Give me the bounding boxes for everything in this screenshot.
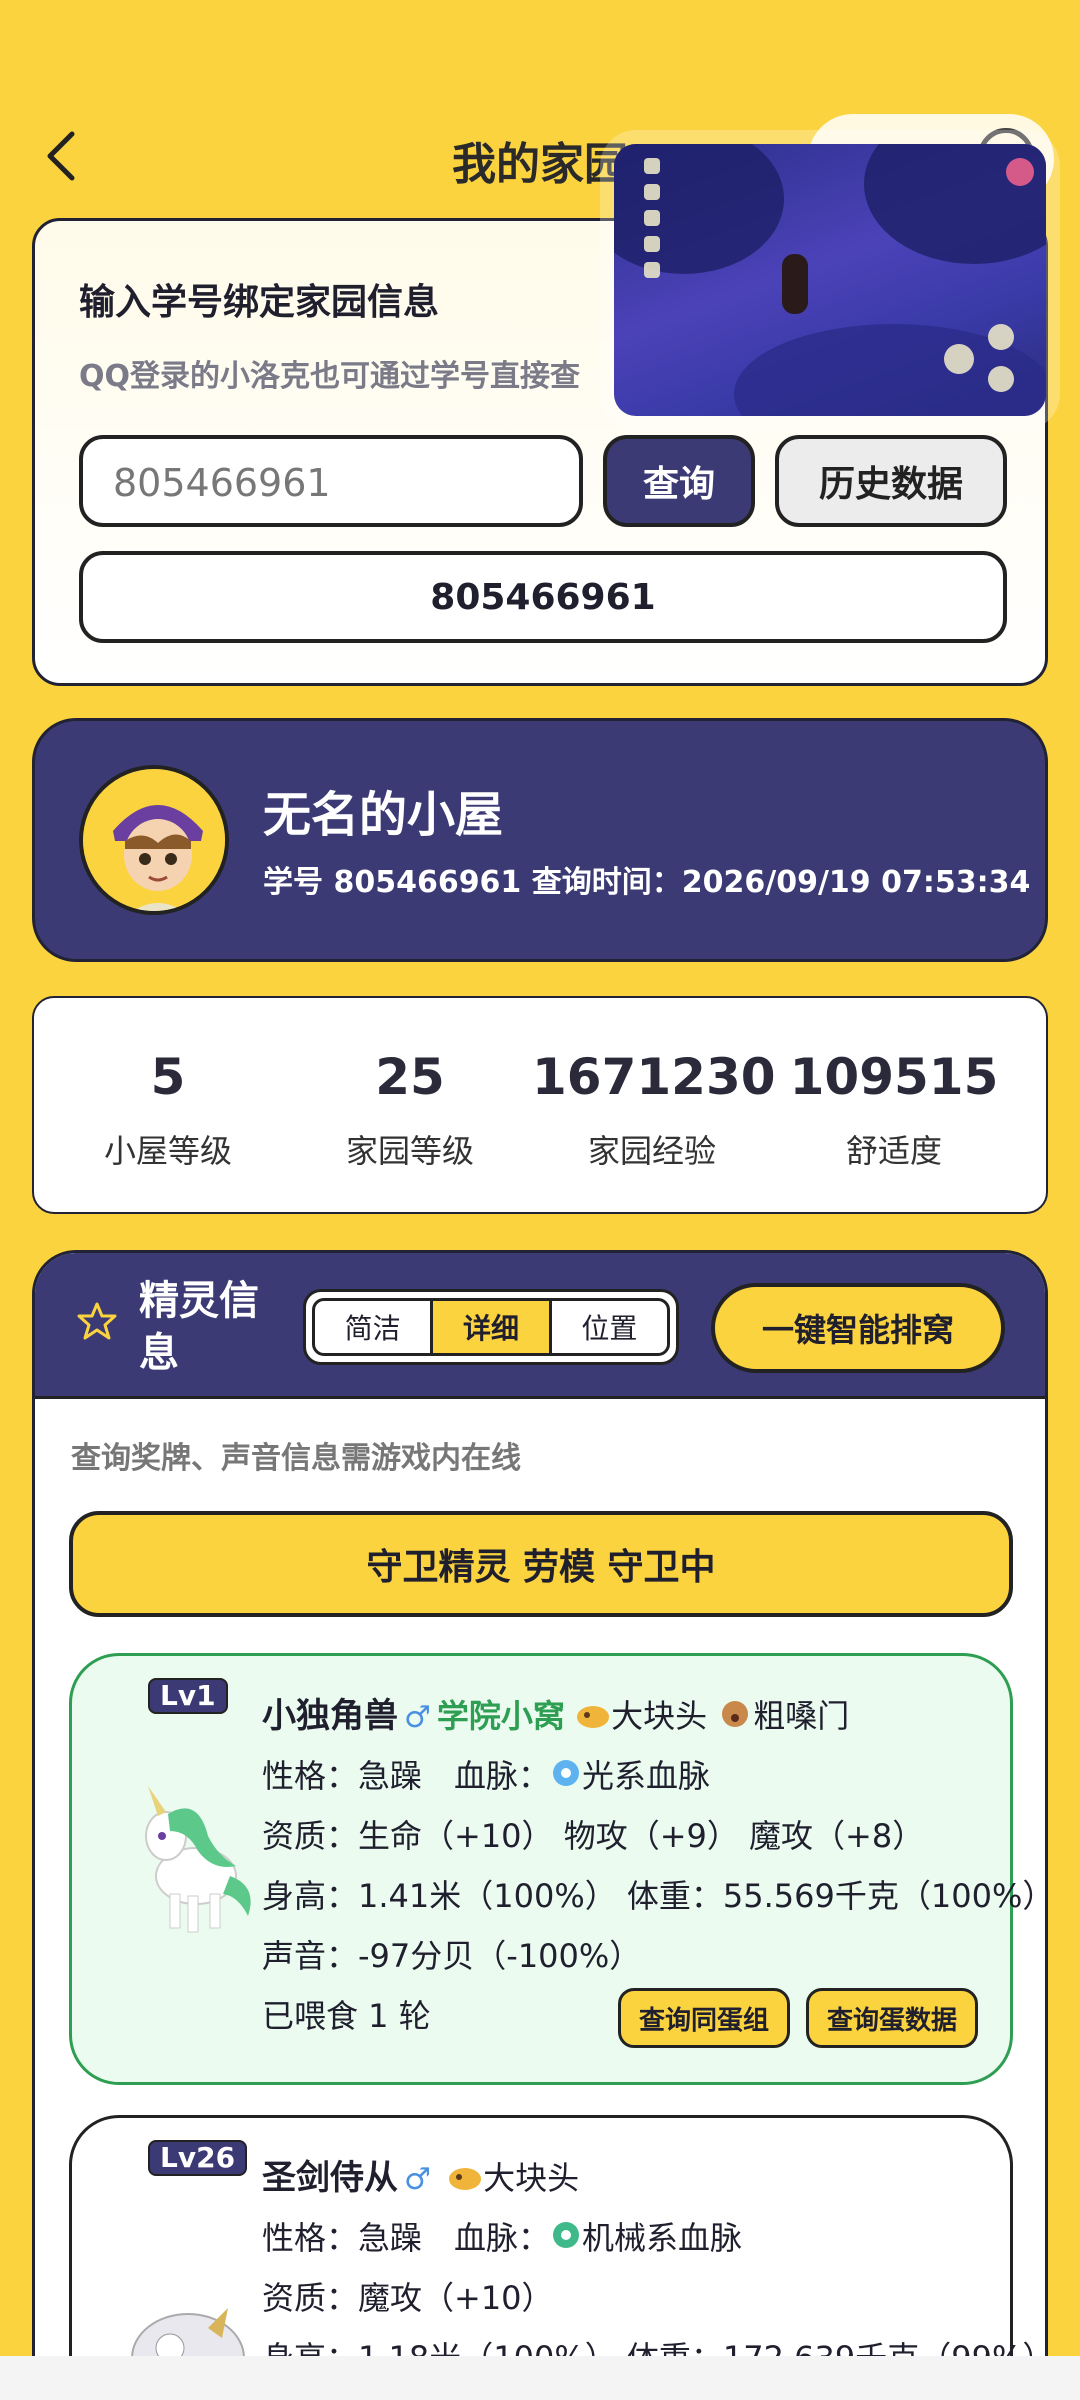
stat-comfort: 109515 舒适度 xyxy=(774,1048,1014,1172)
stat-home-exp: 1671230 家园经验 xyxy=(532,1048,776,1172)
pet-bloodline: 机械系血脉 xyxy=(582,2219,743,2257)
stat-label: 舒适度 xyxy=(845,1132,942,1170)
bind-title: 输入学号绑定家园信息 xyxy=(79,282,440,323)
online-note: 查询奖牌、声音信息需游戏内在线 xyxy=(71,1441,521,1476)
stat-label: 小屋等级 xyxy=(103,1132,232,1170)
star-icon xyxy=(77,1302,117,1340)
home-name: 无名的小屋 xyxy=(263,787,504,843)
bottom-bar xyxy=(0,2356,1080,2400)
stat-value: 5 xyxy=(150,1048,186,1106)
view-mode-tabs: 简洁 详细 位置 xyxy=(303,1289,679,1365)
stat-value: 1671230 xyxy=(532,1048,776,1106)
character-icon xyxy=(782,254,808,314)
pet-card: Lv1 小独角兽 ♂ 学院小窝 大块头 粗嗓门 性格：急躁 血脉： 光系血脉 资质：生… xyxy=(69,1653,1045,2085)
male-icon: ♂ xyxy=(404,2162,431,2197)
big-head-icon xyxy=(575,1688,611,1748)
auto-arrange-button[interactable]: 一键智能排窝 xyxy=(711,1283,1005,1373)
level-badge: Lv26 xyxy=(148,2140,248,2176)
guard-banner[interactable]: 守卫精灵 劳模 守卫中 xyxy=(69,1511,1013,1617)
minimap-icon xyxy=(1006,158,1034,186)
level-badge: Lv1 xyxy=(148,1678,228,1714)
floating-video-window[interactable] xyxy=(614,144,1046,416)
light-element-icon xyxy=(550,1748,582,1808)
tab-location[interactable]: 位置 xyxy=(548,1298,670,1356)
saved-id-button[interactable]: 805466961 xyxy=(79,551,1007,643)
query-egg-group-button[interactable]: 查询同蛋组 xyxy=(617,1988,790,2048)
pet-bloodline: 光系血脉 xyxy=(582,1757,711,1795)
bind-subtitle: QQ登录的小洛克也可通过学号直接查 xyxy=(79,359,581,394)
trait-tag: 大块头 xyxy=(483,2159,580,2197)
nest-tag: 学院小窝 xyxy=(436,1697,565,1735)
big-head-icon xyxy=(447,2150,483,2210)
trait-tag: 大块头 xyxy=(611,1697,708,1735)
tab-simple[interactable]: 简洁 xyxy=(312,1298,434,1356)
stat-value: 109515 xyxy=(789,1048,999,1106)
pet-size: 身高：1.41米（100%） 体重：55.569千克（100%） xyxy=(262,1877,1048,1915)
tab-detail[interactable]: 详细 xyxy=(433,1298,549,1356)
male-icon: ♂ xyxy=(404,1700,431,1735)
loud-voice-icon xyxy=(717,1688,753,1748)
trait-tag: 粗嗓门 xyxy=(753,1697,850,1735)
student-id-input[interactable]: 805466961 xyxy=(79,435,583,527)
mech-element-icon xyxy=(550,2210,582,2270)
pet-nature: 性格：急躁 血脉： xyxy=(262,1757,551,1795)
pet-actions: 查询同蛋组 查询蛋数据 xyxy=(617,1988,978,2048)
stats-card: 5 小屋等级 25 家园等级 1671230 家园经验 109515 舒适度 xyxy=(32,996,1048,1214)
pet-details: 圣剑侍从♂ 大块头 性格：急躁 血脉：机械系血脉 资质：魔攻（+10） 身高：1… xyxy=(262,2148,1045,2388)
pet-name: 圣剑侍从 xyxy=(262,2158,398,2198)
avatar xyxy=(79,765,229,915)
pet-aptitude: 资质：魔攻（+10） xyxy=(262,2279,554,2317)
stat-house-level: 5 小屋等级 xyxy=(48,1048,288,1172)
unicorn-icon xyxy=(145,1786,251,1933)
query-button[interactable]: 查询 xyxy=(603,435,755,527)
stat-home-level: 25 家园等级 xyxy=(290,1048,530,1172)
pets-header: 精灵信息 简洁 详细 位置 一键智能排窝 xyxy=(35,1253,1045,1399)
pet-voice: 声音：-97分贝（-100%） xyxy=(262,1937,642,1975)
home-meta: 学号 805466961 查询时间：2026/09/19 07:53:34 xyxy=(263,865,1031,900)
query-egg-data-button[interactable]: 查询蛋数据 xyxy=(805,1988,978,2048)
stat-label: 家园等级 xyxy=(345,1132,474,1170)
pet-aptitude: 资质：生命（+10） 物攻（+9） 魔攻（+8） xyxy=(262,1817,925,1855)
pets-title: 精灵信息 xyxy=(139,1278,259,1376)
profile-card: 无名的小屋 学号 805466961 查询时间：2026/09/19 07:53… xyxy=(32,718,1048,962)
pet-nature: 性格：急躁 血脉： xyxy=(262,2219,551,2257)
stat-value: 25 xyxy=(375,1048,445,1106)
pets-card: 精灵信息 简洁 详细 位置 一键智能排窝 查询奖牌、声音信息需游戏内在线 守卫精… xyxy=(32,1250,1048,2400)
history-button[interactable]: 历史数据 xyxy=(775,435,1007,527)
stat-label: 家园经验 xyxy=(587,1132,716,1170)
pet-name: 小独角兽 xyxy=(262,1696,398,1736)
